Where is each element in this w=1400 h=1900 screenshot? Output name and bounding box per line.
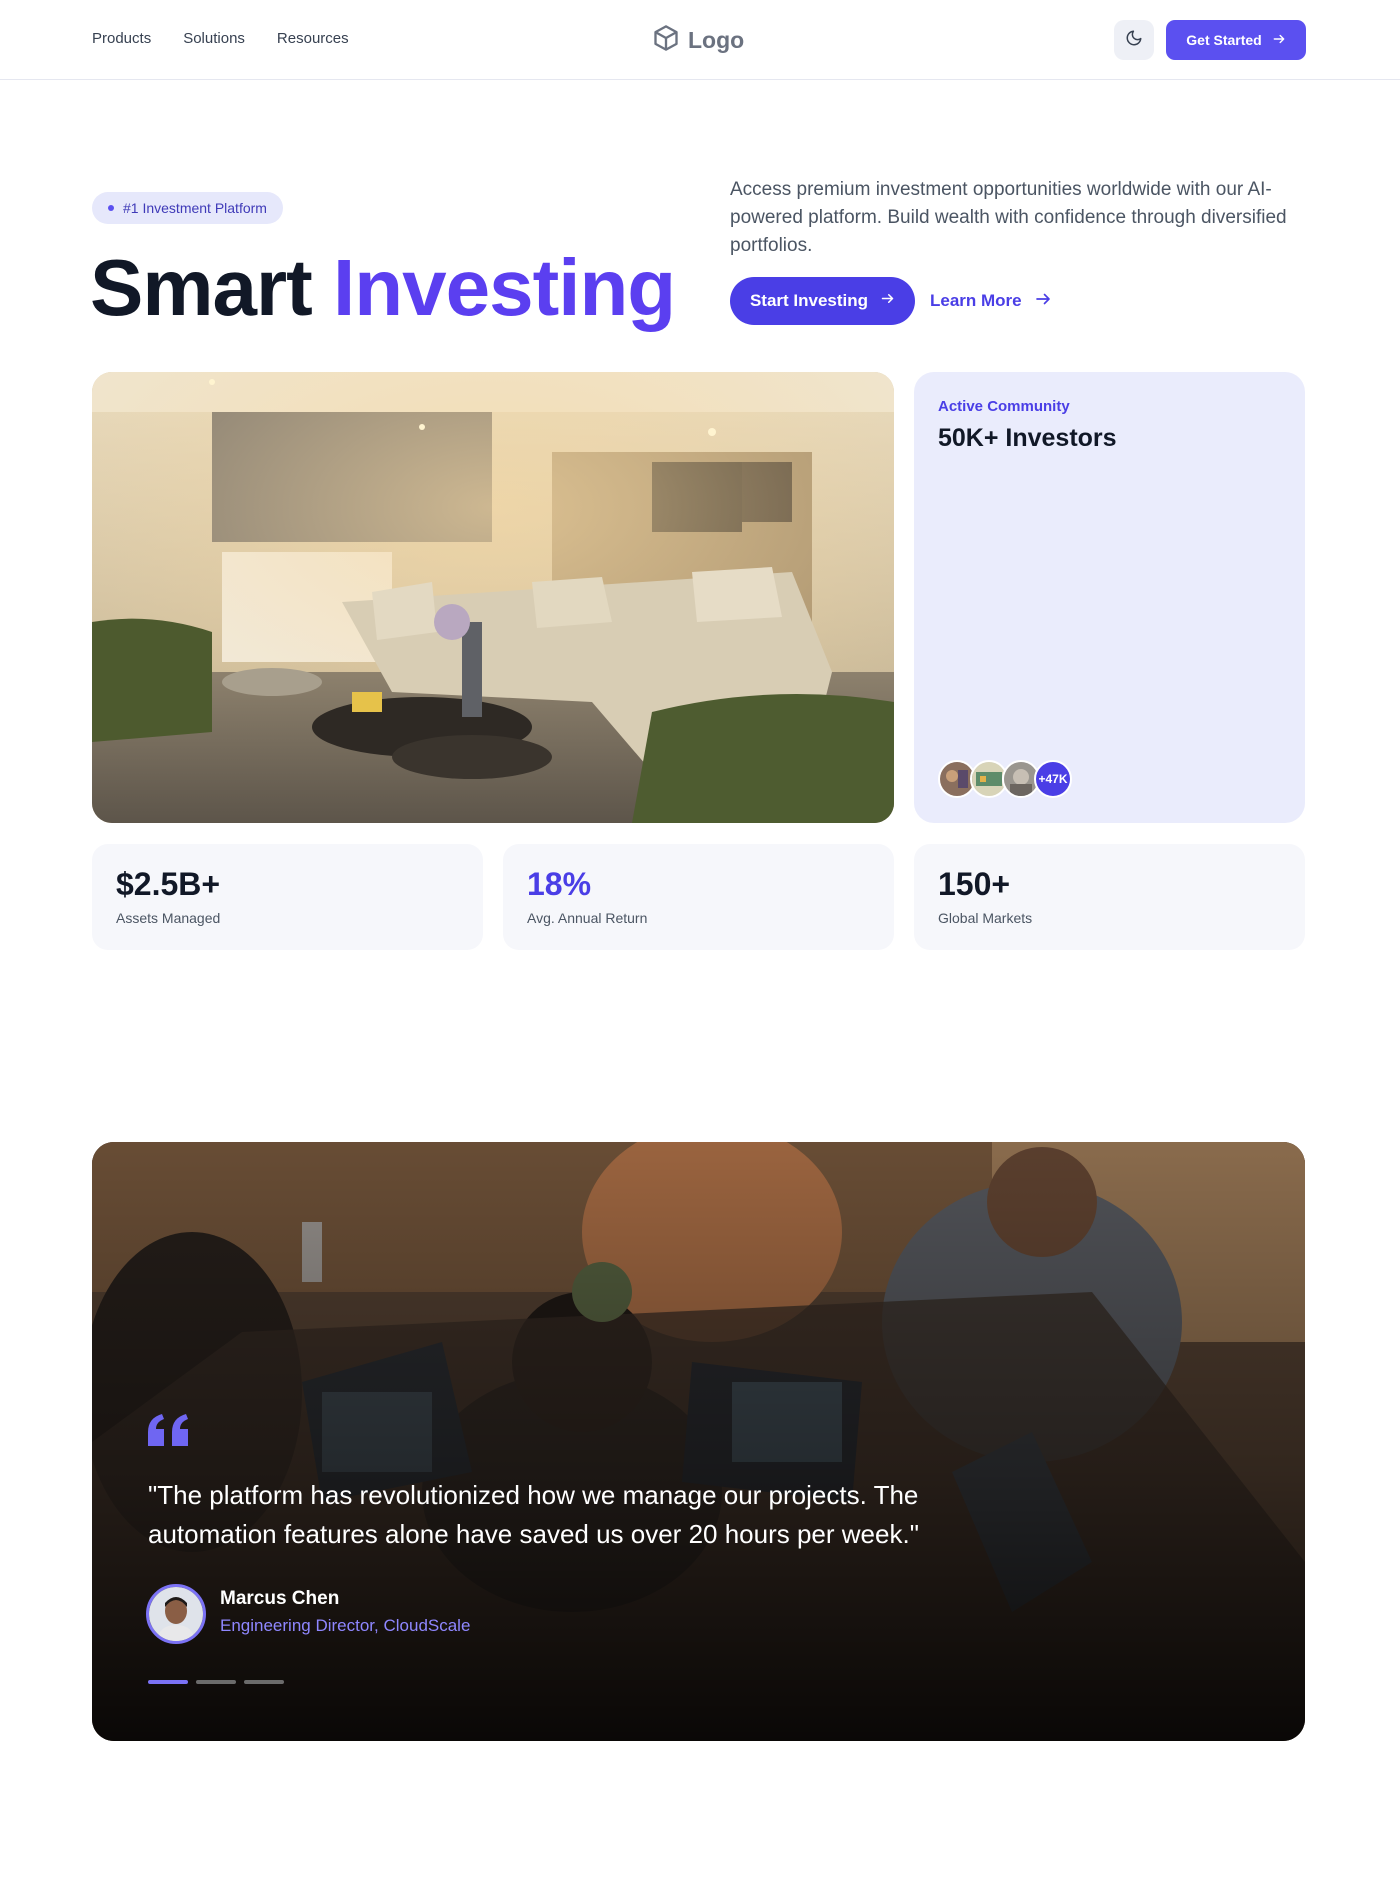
investor-avatars: +47K <box>938 760 1072 798</box>
stat-card-markets: 150+ Global Markets <box>914 844 1305 950</box>
stat-card-assets: $2.5B+ Assets Managed <box>92 844 483 950</box>
hero-badge: #1 Investment Platform <box>92 192 283 224</box>
testimonial-section: "The platform has revolutionized how we … <box>92 1142 1305 1741</box>
logo-text: Logo <box>688 27 745 53</box>
learn-more-button[interactable]: Learn More <box>930 277 1052 325</box>
hero-title-accent: Investing <box>333 243 676 332</box>
stat-value: $2.5B+ <box>116 866 221 902</box>
cube-icon <box>652 24 680 57</box>
get-started-label: Get Started <box>1186 32 1262 48</box>
get-started-button[interactable]: Get Started <box>1166 20 1306 60</box>
arrow-right-icon <box>1272 32 1286 49</box>
nav-link-products[interactable]: Products <box>92 30 151 47</box>
stat-label: Global Markets <box>938 910 1033 926</box>
author-avatar <box>146 1584 206 1644</box>
carousel-dot-1[interactable] <box>148 1680 188 1684</box>
nav-link-resources[interactable]: Resources <box>277 30 349 47</box>
arrow-right-icon <box>1034 290 1052 313</box>
community-title: 50K+ Investors <box>938 424 1117 452</box>
testimonial-background-image <box>92 1142 1305 1741</box>
logo[interactable]: Logo <box>652 24 744 57</box>
learn-more-label: Learn More <box>930 291 1022 310</box>
stat-card-return: 18% Avg. Annual Return <box>503 844 894 950</box>
nav-link-solutions[interactable]: Solutions <box>183 30 245 47</box>
author-name: Marcus Chen <box>220 1588 340 1609</box>
avatar-count-badge: +47K <box>1034 760 1072 798</box>
stat-label: Avg. Annual Return <box>527 910 648 926</box>
start-investing-label: Start Investing <box>749 291 869 310</box>
moon-icon <box>1125 29 1143 52</box>
community-card: Active Community 50K+ Investors +47K <box>914 372 1305 823</box>
hero-title-dark: Smart <box>90 243 313 332</box>
hero-interior-image <box>92 372 894 823</box>
start-investing-button[interactable]: Start Investing <box>730 277 915 325</box>
top-navbar: Products Solutions Resources Logo Get St… <box>0 0 1400 80</box>
theme-toggle-button[interactable] <box>1114 20 1154 60</box>
carousel-indicators <box>148 1680 284 1684</box>
stat-value: 18% <box>527 866 592 902</box>
arrow-right-icon <box>880 291 895 311</box>
hero-title: Smart Investing <box>90 238 676 338</box>
stat-label: Assets Managed <box>116 910 221 926</box>
badge-dot <box>108 205 114 211</box>
carousel-dot-3[interactable] <box>244 1680 284 1684</box>
quote-icon <box>148 1414 190 1451</box>
nav-links: Products Solutions Resources <box>92 30 349 47</box>
community-label: Active Community <box>938 398 1070 415</box>
stat-value: 150+ <box>938 866 1011 902</box>
carousel-dot-2[interactable] <box>196 1680 236 1684</box>
hero-badge-text: #1 Investment Platform <box>123 200 267 216</box>
hero-description: Access premium investment opportunities … <box>730 179 1287 256</box>
testimonial-quote: "The platform has revolutionized how we … <box>148 1480 919 1549</box>
author-role: Engineering Director, CloudScale <box>220 1616 471 1635</box>
